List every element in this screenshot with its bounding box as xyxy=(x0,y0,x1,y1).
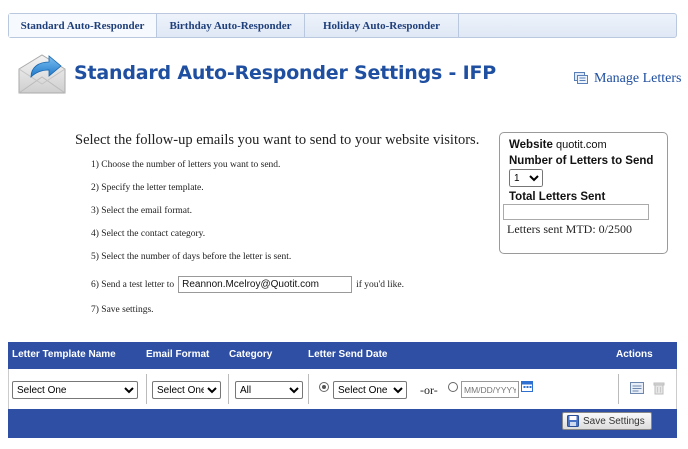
test-email-input[interactable] xyxy=(178,276,353,293)
column-divider xyxy=(618,374,619,404)
envelope-arrow-icon xyxy=(18,54,66,94)
website-value: quotit.com xyxy=(555,139,607,151)
col-format-header: Email Format xyxy=(146,349,210,360)
save-settings-label: Save Settings xyxy=(583,415,645,427)
days-radio[interactable] xyxy=(319,382,329,392)
email-format-select[interactable]: Select One xyxy=(152,381,221,399)
total-sent-label: Total Letters Sent xyxy=(509,191,606,203)
table-row: Select One Select One All Select One -or… xyxy=(8,369,677,409)
intro-text: Select the follow-up emails you want to … xyxy=(75,132,480,148)
save-disk-icon xyxy=(567,415,579,427)
trash-icon[interactable] xyxy=(652,381,666,395)
step-6-suffix: if you'd like. xyxy=(356,279,404,290)
total-sent-field[interactable] xyxy=(503,204,649,220)
website-label: Website xyxy=(509,139,553,151)
step-6-prefix: 6) Send a test letter to xyxy=(91,279,175,290)
manage-letters-link[interactable]: Manage Letters xyxy=(574,71,681,87)
step-3: 3) Select the email format. xyxy=(91,206,193,216)
preview-letter-icon[interactable] xyxy=(630,381,644,395)
or-label: -or- xyxy=(420,383,438,397)
col-actions-header: Actions xyxy=(616,349,653,360)
page-title: Standard Auto-Responder Settings - IFP xyxy=(74,62,497,84)
col-template-header: Letter Template Name xyxy=(12,349,116,360)
column-divider xyxy=(308,374,309,404)
step-5: 5) Select the number of days before the … xyxy=(91,252,292,262)
website-row: Website quotit.com xyxy=(509,139,607,151)
category-select[interactable]: All xyxy=(235,381,303,399)
column-divider xyxy=(146,374,147,404)
tab-birthday-auto-responder[interactable]: Birthday Auto-Responder xyxy=(157,14,305,37)
num-letters-label: Number of Letters to Send xyxy=(509,155,654,167)
col-category-header: Category xyxy=(229,349,273,360)
tab-standard-auto-responder[interactable]: Standard Auto-Responder xyxy=(9,14,157,37)
date-radio[interactable] xyxy=(448,382,458,392)
letters-stack-icon xyxy=(574,72,588,84)
col-send-date-header: Letter Send Date xyxy=(308,349,388,360)
template-select[interactable]: Select One xyxy=(12,381,138,399)
step-4: 4) Select the contact category. xyxy=(91,229,206,239)
tab-holiday-auto-responder[interactable]: Holiday Auto-Responder xyxy=(305,14,459,37)
letters-table-header: Letter Template Name Email Format Catego… xyxy=(8,342,677,369)
letters-sent-mtd: Letters sent MTD: 0/2500 xyxy=(507,222,632,236)
manage-letters-label: Manage Letters xyxy=(594,71,682,86)
step-7: 7) Save settings. xyxy=(91,305,154,315)
step-6: 6) Send a test letter to if you'd like. xyxy=(91,276,404,293)
num-letters-select[interactable]: 1 xyxy=(509,169,543,187)
days-before-select[interactable]: Select One xyxy=(333,381,407,399)
send-date-input[interactable] xyxy=(461,381,519,398)
website-info-box: Website quotit.com Number of Letters to … xyxy=(499,132,668,254)
tab-bar: Standard Auto-Responder Birthday Auto-Re… xyxy=(8,13,677,38)
step-1: 1) Choose the number of letters you want… xyxy=(91,160,281,170)
save-settings-button[interactable]: Save Settings xyxy=(562,412,652,430)
calendar-icon[interactable] xyxy=(521,380,533,392)
step-2: 2) Specify the letter template. xyxy=(91,183,204,193)
column-divider xyxy=(228,374,229,404)
